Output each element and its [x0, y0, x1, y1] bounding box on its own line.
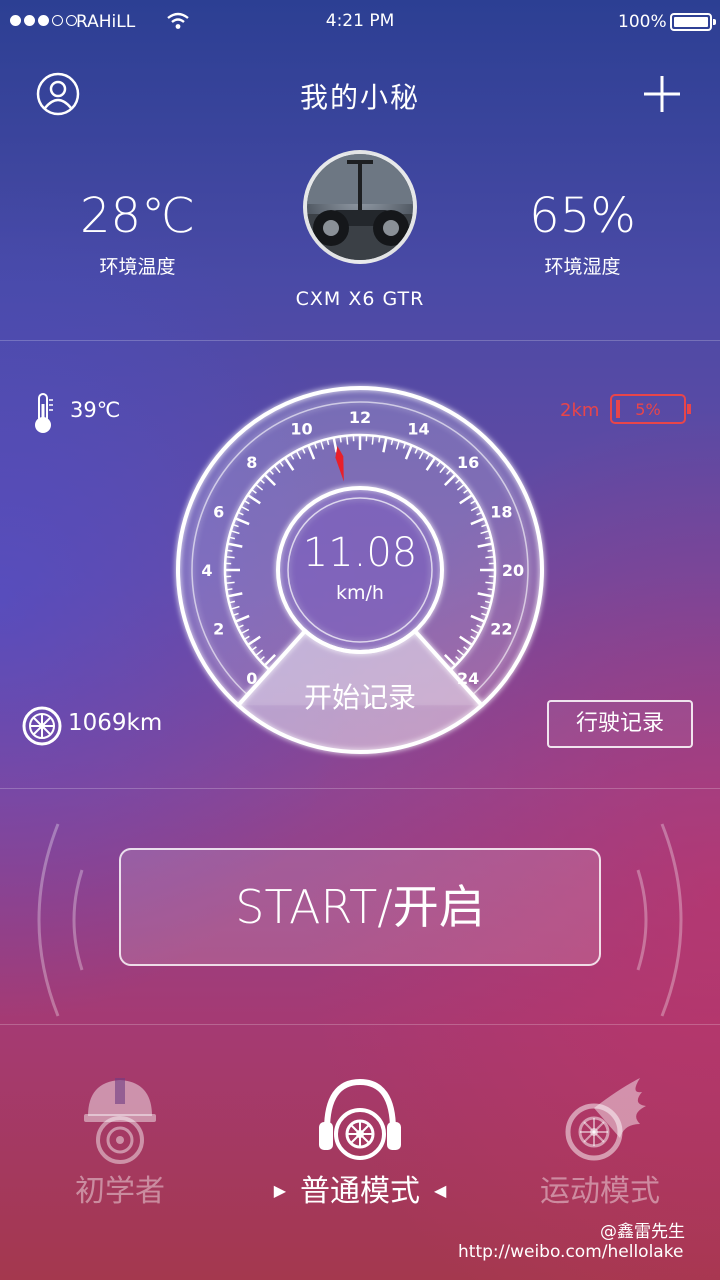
- vehicle-avatar[interactable]: [303, 150, 417, 264]
- gauge-tick: [378, 436, 381, 443]
- mode-normal[interactable]: ▶ 普通模式 ◀: [240, 1074, 480, 1210]
- gauge-scale-label: 24: [457, 669, 479, 688]
- helmet-icon: [84, 1078, 156, 1164]
- divider: [0, 340, 720, 341]
- clock: 4:21 PM: [325, 11, 395, 31]
- ambient-temperature-label: 环境温度: [99, 256, 176, 278]
- gauge-scale-label: 16: [457, 453, 479, 472]
- battery-level: 5%: [635, 400, 661, 419]
- gauge-scale-label: 0: [246, 669, 257, 688]
- url-watermark: http://weibo.com/hellolake: [458, 1242, 684, 1262]
- low-battery-icon: 5%: [610, 394, 691, 424]
- ambient-humidity-label: 环境湿度: [544, 256, 621, 278]
- mode-label: 初学者: [75, 1174, 165, 1209]
- gauge-scale-label: 6: [213, 502, 224, 521]
- speed-unit: km/h: [336, 582, 384, 604]
- gauge-scale-label: 22: [490, 620, 512, 639]
- divider: [0, 788, 720, 789]
- device-temperature: 39℃: [70, 398, 121, 422]
- battery-percent: 100%: [618, 12, 667, 32]
- selected-right-arrow-icon: ◀: [434, 1181, 447, 1200]
- odometer: 1069km: [68, 710, 163, 736]
- mode-beginner[interactable]: 初学者: [0, 1074, 240, 1210]
- selected-left-arrow-icon: ▶: [273, 1181, 286, 1200]
- gauge-scale-label: 12: [349, 408, 371, 427]
- gauge-scale-label: 10: [290, 420, 312, 439]
- headphones-wheel-icon: [319, 1078, 401, 1160]
- thermometer-icon: [35, 393, 53, 433]
- status-bar: RAHiLL 4:21 PM 100%: [0, 0, 720, 44]
- speed-value: 11.08: [302, 530, 418, 576]
- mode-label: ▶ 普通模式 ◀: [273, 1174, 447, 1209]
- decor-arc-left: [37, 823, 84, 1017]
- gauge-tick: [339, 436, 342, 443]
- gauge-scale-label: 2: [213, 620, 224, 639]
- gauge-scale-label: 14: [407, 420, 429, 439]
- vehicle-model: CXM X6 GTR: [295, 288, 425, 310]
- flaming-wheel-icon: [565, 1078, 646, 1161]
- wheel-icon: [22, 706, 62, 746]
- divider: [0, 1024, 720, 1025]
- gauge-scale-label: 18: [490, 502, 512, 521]
- mode-label: 运动模式: [540, 1174, 660, 1209]
- scooter-image: [307, 154, 413, 260]
- page-title: 我的小秘: [299, 81, 420, 114]
- ambient-humidity: 65%: [529, 188, 636, 244]
- mode-sport[interactable]: 运动模式: [480, 1074, 720, 1210]
- battery-icon: [670, 13, 716, 31]
- start-button[interactable]: START/开启: [119, 848, 601, 966]
- gauge-tick: [346, 435, 349, 445]
- decor-arc-right: [636, 823, 683, 1017]
- gauge-tick: [371, 435, 374, 445]
- start-recording-button[interactable]: 开始记录: [270, 676, 450, 716]
- ambient-temperature: 28℃: [80, 188, 195, 244]
- remaining-range: 2km: [560, 400, 600, 421]
- trip-log-button[interactable]: 行驶记录: [547, 700, 693, 748]
- plus-icon[interactable]: [640, 72, 684, 116]
- author-watermark: @鑫雷先生: [600, 1222, 685, 1242]
- gauge-scale-label: 8: [246, 453, 257, 472]
